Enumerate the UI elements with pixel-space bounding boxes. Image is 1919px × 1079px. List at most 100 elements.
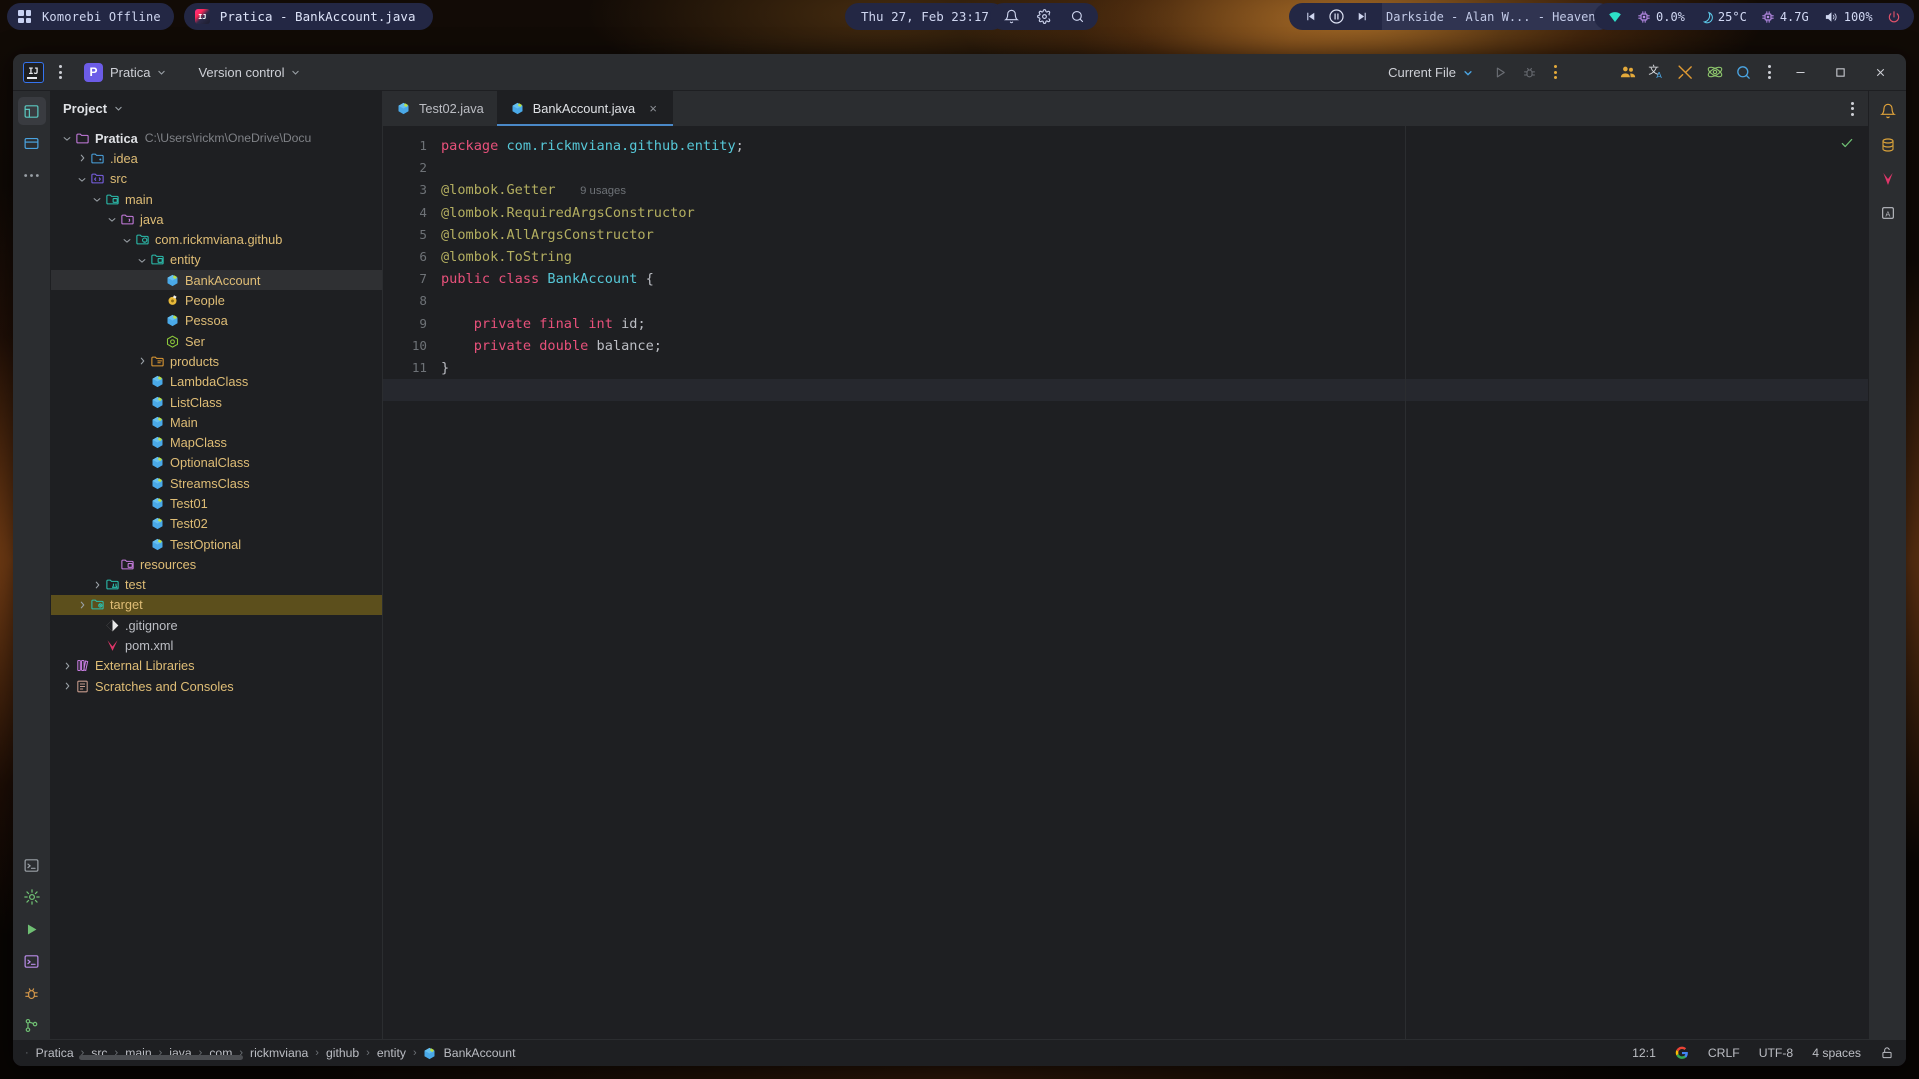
chevron-down-icon[interactable] bbox=[119, 235, 134, 245]
tree-node-main[interactable]: main bbox=[51, 189, 382, 209]
run-configuration-selector[interactable]: Current File bbox=[1379, 61, 1481, 84]
atom-plugin-icon[interactable] bbox=[1701, 59, 1728, 86]
inspections-ok-icon[interactable] bbox=[1840, 136, 1854, 150]
pause-icon[interactable] bbox=[1328, 8, 1345, 25]
close-icon[interactable] bbox=[1861, 58, 1899, 86]
code-line[interactable] bbox=[437, 157, 1868, 179]
notifications-icon[interactable] bbox=[1874, 97, 1902, 125]
terminal-icon[interactable] bbox=[18, 947, 46, 975]
breadcrumb-item[interactable]: entity bbox=[375, 1045, 408, 1061]
next-track-icon[interactable] bbox=[1356, 10, 1369, 23]
tree-node-src[interactable]: src bbox=[51, 169, 382, 189]
tree-node-com-rickmviana-github[interactable]: com.rickmviana.github bbox=[51, 229, 382, 249]
tree-node-entity[interactable]: entity bbox=[51, 250, 382, 270]
version-control-selector[interactable]: Version control bbox=[190, 62, 308, 83]
editor-viewport[interactable]: 1 2 3 4 5 6 7 8 9 10 11 12 package com.rickmviana.g… bbox=[383, 126, 1868, 1039]
file-encoding[interactable]: UTF-8 bbox=[1759, 1046, 1794, 1060]
tree-node-external-libraries[interactable]: External Libraries bbox=[51, 656, 382, 676]
chevron-down-icon[interactable] bbox=[104, 214, 119, 224]
code-line[interactable]: private double balance; bbox=[437, 335, 1868, 357]
tree-node-pessoa[interactable]: Pessoa bbox=[51, 311, 382, 331]
tree-node-streamsclass[interactable]: StreamsClass bbox=[51, 473, 382, 493]
run-icon[interactable] bbox=[1487, 59, 1514, 86]
chevron-right-icon[interactable] bbox=[74, 153, 89, 163]
code-line[interactable]: @lombok.ToString bbox=[437, 246, 1868, 268]
search-icon[interactable] bbox=[1068, 8, 1086, 26]
workspace-indicator[interactable]: Komorebi Offline bbox=[7, 3, 174, 30]
chevron-down-icon[interactable] bbox=[89, 194, 104, 204]
project-selector[interactable]: P Pratica bbox=[80, 60, 174, 85]
gear-icon[interactable] bbox=[1035, 8, 1053, 26]
close-tab-icon[interactable]: × bbox=[646, 101, 660, 116]
run-tool-icon[interactable] bbox=[18, 915, 46, 943]
tree-node-listclass[interactable]: ListClass bbox=[51, 392, 382, 412]
hamburger-menu-icon[interactable] bbox=[50, 61, 70, 83]
settings-more-icon[interactable] bbox=[1759, 61, 1779, 83]
tree-node--idea[interactable]: .idea bbox=[51, 148, 382, 168]
build-tools-icon[interactable] bbox=[1672, 59, 1699, 86]
tree-node-products[interactable]: products bbox=[51, 351, 382, 371]
editor-tab-test02-java[interactable]: Test02.java bbox=[383, 91, 497, 126]
ai-assistant-icon[interactable]: A bbox=[1874, 199, 1902, 227]
code-line[interactable]: @lombok.AllArgsConstructor bbox=[437, 224, 1868, 246]
chevron-down-icon[interactable] bbox=[134, 255, 149, 265]
volume-status[interactable]: 100% bbox=[1823, 10, 1873, 24]
bell-icon[interactable] bbox=[1002, 8, 1020, 26]
tree-node-main[interactable]: Main bbox=[51, 412, 382, 432]
code-line[interactable]: @lombok.RequiredArgsConstructor bbox=[437, 202, 1868, 224]
settings-tool-icon[interactable] bbox=[18, 883, 46, 911]
chevron-right-icon[interactable] bbox=[134, 356, 149, 366]
tree-node-people[interactable]: People bbox=[51, 290, 382, 310]
tree-node--gitignore[interactable]: .gitignore bbox=[51, 615, 382, 635]
tree-node-lambdaclass[interactable]: LambdaClass bbox=[51, 372, 382, 392]
temperature-status[interactable]: 25°C bbox=[1699, 10, 1747, 24]
chevron-right-icon[interactable] bbox=[59, 681, 74, 691]
tree-node-pratica[interactable]: Pratica C:\Users\rickm\OneDrive\Docu bbox=[51, 128, 382, 148]
tree-node-java[interactable]: java bbox=[51, 209, 382, 229]
editor-tab-options-icon[interactable] bbox=[1842, 98, 1862, 120]
tree-node-scratches-and-consoles[interactable]: Scratches and Consoles bbox=[51, 676, 382, 696]
maven-icon[interactable] bbox=[1874, 165, 1902, 193]
code-editor[interactable]: package com.rickmviana.github.entity; @l… bbox=[437, 126, 1868, 1039]
previous-track-icon[interactable] bbox=[1304, 10, 1317, 23]
google-icon[interactable] bbox=[1675, 1046, 1689, 1060]
code-line[interactable] bbox=[437, 379, 1868, 402]
code-line[interactable]: public class BankAccount { bbox=[437, 268, 1868, 290]
problems-icon[interactable] bbox=[18, 979, 46, 1007]
tree-node-ser[interactable]: Ser bbox=[51, 331, 382, 351]
tree-node-resources[interactable]: resources bbox=[51, 554, 382, 574]
more-options-icon[interactable] bbox=[1545, 61, 1565, 83]
tree-node-optionalclass[interactable]: OptionalClass bbox=[51, 453, 382, 473]
memory-status[interactable]: 4.7G bbox=[1761, 10, 1809, 24]
intellij-icon[interactable] bbox=[23, 61, 44, 83]
breadcrumb-item[interactable]: github bbox=[324, 1045, 361, 1061]
tree-node-mapclass[interactable]: MapClass bbox=[51, 432, 382, 452]
chevron-right-icon[interactable] bbox=[59, 661, 74, 671]
unlocked-icon[interactable] bbox=[1880, 1046, 1894, 1060]
active-window-indicator[interactable]: Pratica - BankAccount.java bbox=[183, 3, 434, 30]
debug-icon[interactable] bbox=[1516, 59, 1543, 86]
wifi-icon[interactable] bbox=[1607, 10, 1623, 24]
database-icon[interactable] bbox=[1874, 131, 1902, 159]
project-tool-icon[interactable] bbox=[17, 97, 46, 125]
tree-node-pom-xml[interactable]: pom.xml bbox=[51, 635, 382, 655]
project-tree[interactable]: Pratica C:\Users\rickm\OneDrive\Docu .ide… bbox=[51, 125, 382, 1039]
cpu-status[interactable]: 0.0% bbox=[1637, 10, 1685, 24]
maximize-icon[interactable] bbox=[1821, 58, 1859, 86]
line-separator[interactable]: CRLF bbox=[1708, 1046, 1740, 1060]
tree-node-bankaccount[interactable]: BankAccount bbox=[51, 270, 382, 291]
code-line[interactable]: } bbox=[437, 357, 1868, 379]
breadcrumb-item[interactable]: BankAccount bbox=[442, 1045, 518, 1061]
code-line[interactable]: private final int id; bbox=[437, 313, 1868, 335]
commit-tool-icon[interactable] bbox=[18, 129, 46, 157]
code-line[interactable]: package com.rickmviana.github.entity; bbox=[437, 135, 1868, 157]
editor-tab-bankaccount-java[interactable]: BankAccount.java × bbox=[496, 91, 674, 126]
code-line[interactable] bbox=[437, 290, 1868, 312]
tree-node-test[interactable]: test bbox=[51, 575, 382, 595]
version-control-icon[interactable] bbox=[18, 1011, 46, 1039]
minimize-icon[interactable] bbox=[1781, 58, 1819, 86]
terminal-tool-icon[interactable] bbox=[18, 851, 46, 879]
power-icon[interactable] bbox=[1887, 10, 1901, 24]
translate-icon[interactable]: 文 A bbox=[1643, 59, 1670, 86]
chevron-down-icon[interactable] bbox=[74, 174, 89, 184]
